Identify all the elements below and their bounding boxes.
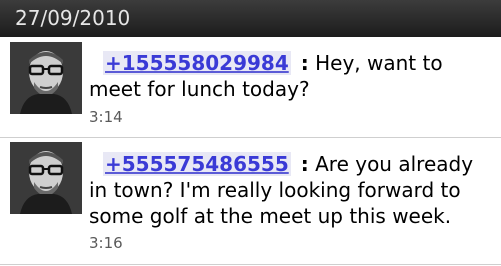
sender-separator: : (300, 152, 309, 176)
message-timestamp: 3:14 (89, 108, 123, 126)
person-avatar-icon[interactable] (10, 142, 82, 214)
sender-link[interactable]: +155558029984 (103, 51, 291, 75)
date-label: 27/09/2010 (15, 6, 131, 30)
message-body: +555575486555: Are you already in town? … (89, 151, 493, 229)
message-item[interactable]: +555575486555: Are you already in town? … (0, 137, 501, 265)
message-divider (0, 264, 501, 265)
message-timestamp: 3:16 (89, 234, 123, 252)
person-avatar-icon[interactable] (10, 42, 82, 114)
sender-link[interactable]: +555575486555 (103, 152, 291, 176)
sender-separator: : (300, 51, 309, 75)
date-header: 27/09/2010 (0, 0, 501, 37)
message-thread[interactable]: +155558029984: Hey, want to meet for lun… (0, 37, 501, 266)
message-body: +155558029984: Hey, want to meet for lun… (89, 50, 493, 102)
message-item[interactable]: +155558029984: Hey, want to meet for lun… (0, 37, 501, 137)
